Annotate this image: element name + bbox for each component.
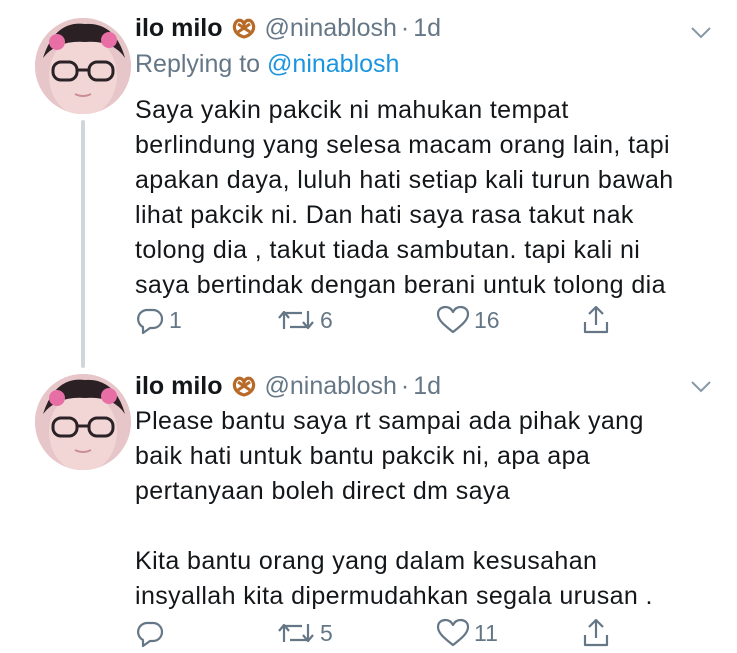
reply-button[interactable]	[135, 616, 169, 650]
share-icon	[583, 305, 609, 334]
share-icon	[583, 618, 609, 647]
thread-line	[81, 120, 85, 368]
tweet-header: ilo milo @ninablosh · 1d	[135, 368, 441, 404]
like-button[interactable]: 11	[436, 616, 498, 650]
separator-dot: ·	[400, 13, 410, 42]
timestamp[interactable]: 1d	[413, 14, 441, 43]
tweet-text-line: berlindung yang selesa macam orang lain,…	[135, 131, 670, 159]
tweet-text-line: Kita bantu orang yang dalam kesusahan	[135, 547, 598, 575]
avatar-image	[35, 374, 131, 470]
tweet-text-line	[135, 509, 715, 544]
author-handle[interactable]: @ninablosh	[265, 14, 397, 43]
share-button[interactable]	[581, 616, 611, 650]
tweet[interactable]: ilo milo @ninablosh · 1d Replying to @ni…	[0, 0, 737, 368]
retweet-icon	[278, 310, 314, 330]
heart-icon	[436, 618, 470, 647]
like-count: 16	[474, 306, 500, 333]
tweet-header: ilo milo @ninablosh · 1d	[135, 10, 441, 46]
tweet-actions: 1 6 16	[135, 303, 635, 337]
avatar[interactable]	[35, 18, 131, 114]
author-name[interactable]: ilo milo	[135, 372, 223, 401]
reply-count: 1	[169, 306, 182, 333]
tweet-text-line: Saya yakin pakcik ni mahukan tempat	[135, 96, 569, 124]
reply-button[interactable]: 1	[135, 303, 182, 337]
tweet-text-line: apakan daya, luluh hati setiap kali turu…	[135, 166, 674, 194]
retweet-count: 6	[320, 306, 333, 333]
share-button[interactable]	[581, 303, 611, 337]
chevron-down-icon[interactable]	[689, 20, 713, 44]
replying-to-label: Replying to	[135, 50, 261, 78]
tweet[interactable]: ilo milo @ninablosh · 1d Please bantu sa…	[0, 352, 737, 653]
tweet-text: Please bantu saya rt sampai ada pihak ya…	[135, 404, 715, 614]
pretzel-icon	[231, 373, 257, 399]
replying-to-mention[interactable]: @ninablosh	[267, 50, 399, 78]
author-handle[interactable]: @ninablosh	[265, 372, 397, 401]
replying-to: Replying to @ninablosh	[135, 50, 399, 79]
like-count: 11	[474, 619, 498, 646]
pretzel-icon	[231, 15, 257, 41]
tweet-text-line: saya bertindak dengan berani untuk tolon…	[135, 271, 666, 299]
timestamp[interactable]: 1d	[413, 372, 441, 401]
tweet-text-line: pertanyaan boleh direct dm saya	[135, 477, 511, 505]
retweet-count: 5	[320, 619, 333, 646]
heart-icon	[436, 305, 470, 334]
author-name[interactable]: ilo milo	[135, 14, 223, 43]
tweet-text-line: insyallah kita dipermudahkan segala urus…	[135, 582, 653, 610]
tweet-text-line: tolong dia , takut tiada sambutan. tapi …	[135, 236, 641, 264]
tweet-text-line: baik hati untuk bantu pakcik ni, apa apa	[135, 442, 591, 470]
tweet-text: Saya yakin pakcik ni mahukan tempat berl…	[135, 93, 715, 303]
tweet-text-line: lihat pakcik ni. Dan hati saya rasa taku…	[135, 201, 634, 229]
retweet-button[interactable]: 6	[276, 303, 333, 337]
reply-icon	[137, 308, 164, 335]
retweet-icon	[278, 623, 314, 643]
avatar-image	[35, 18, 131, 114]
avatar[interactable]	[35, 374, 131, 470]
separator-dot: ·	[400, 371, 410, 400]
like-button[interactable]: 16	[436, 303, 500, 337]
reply-icon	[137, 621, 164, 648]
tweet-text-line: Please bantu saya rt sampai ada pihak ya…	[135, 407, 644, 435]
tweet-actions: 5 11	[135, 616, 635, 650]
chevron-down-icon[interactable]	[689, 374, 713, 398]
retweet-button[interactable]: 5	[276, 616, 333, 650]
